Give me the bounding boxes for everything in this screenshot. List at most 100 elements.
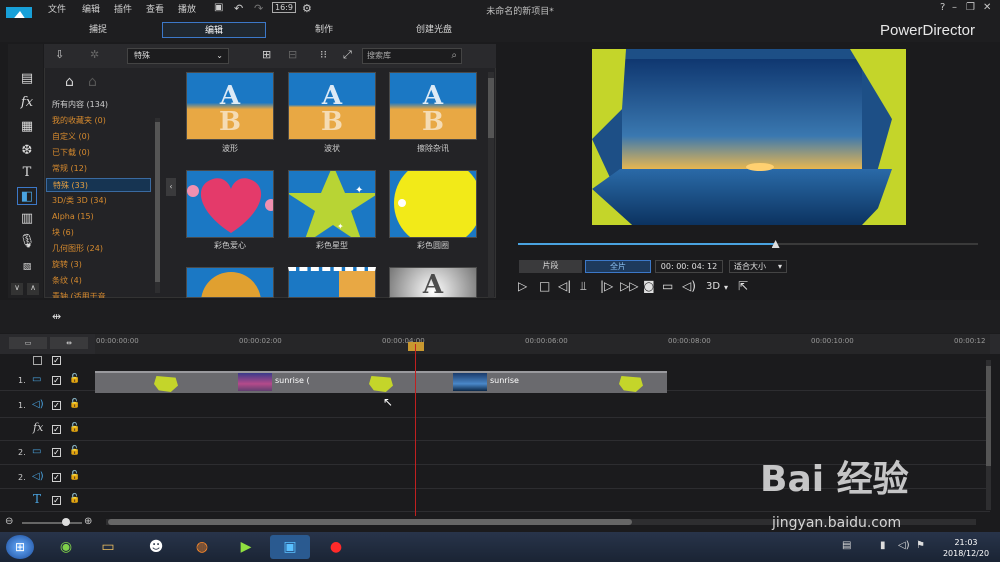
zoom-slider-handle[interactable] xyxy=(62,518,70,526)
track-enable-checkbox[interactable]: ✓ xyxy=(52,473,61,482)
tab-create-disc[interactable]: 创建光盘 xyxy=(396,22,472,38)
lock-icon[interactable]: 🔓 xyxy=(69,446,80,456)
lock-icon[interactable]: 🔓 xyxy=(69,399,80,409)
menu-plugins[interactable]: 插件 xyxy=(114,2,132,15)
help-button[interactable]: ? xyxy=(940,2,945,13)
transition-thumb-ripple[interactable]: AB xyxy=(288,72,376,140)
taskbar-powerdirector-icon[interactable]: ▣ xyxy=(270,535,310,559)
undo-icon[interactable]: ↶ xyxy=(234,2,243,15)
undock-preview-icon[interactable]: ⇱ xyxy=(738,279,748,293)
subtitle-icon[interactable]: ▭ xyxy=(662,279,673,293)
fx-room-icon[interactable]: fx xyxy=(17,94,37,112)
snapshot-icon[interactable]: ◙ xyxy=(643,279,655,293)
track-enable-checkbox[interactable]: ✓ xyxy=(52,376,61,385)
next-frame-icon[interactable]: |▷ xyxy=(600,279,613,293)
category-general[interactable]: 常规 (12) xyxy=(52,162,87,176)
transition-room-icon[interactable]: ◧ xyxy=(17,187,37,205)
transition-thumb[interactable]: A xyxy=(389,267,477,298)
playhead-marker[interactable] xyxy=(408,342,424,351)
category-scrollbar[interactable] xyxy=(155,118,160,293)
close-button[interactable]: ✕ xyxy=(983,2,991,13)
taskbar-firefox-icon[interactable]: ◍ xyxy=(182,535,222,559)
category-stripe[interactable]: 条纹 (4) xyxy=(52,274,82,288)
tag-add-icon[interactable]: ⌂ xyxy=(65,74,74,90)
taskbar-clock[interactable]: 21:03 2018/12/20 xyxy=(936,537,996,559)
import-media-icon[interactable]: ⇩ xyxy=(55,48,64,61)
tab-produce[interactable]: 制作 xyxy=(288,22,360,38)
title-room-icon[interactable]: T xyxy=(17,164,37,182)
volume-icon[interactable]: ◁) xyxy=(682,279,696,293)
expand-icon[interactable]: ⤢ xyxy=(343,48,352,62)
transition-thumb[interactable] xyxy=(288,267,376,298)
collapse-panel-icon[interactable]: ‹ xyxy=(166,178,176,196)
zoom-slider[interactable] xyxy=(22,522,82,524)
voice-over-icon[interactable]: 🎙 xyxy=(17,233,37,251)
particle-room-icon[interactable]: ❆ xyxy=(17,142,37,160)
restore-button[interactable]: ❐ xyxy=(966,2,975,13)
library-scrollbar[interactable] xyxy=(488,72,494,298)
aspect-ratio-icon[interactable]: 16:9 xyxy=(272,2,296,13)
fit-timeline-icon[interactable]: ⇹ xyxy=(52,310,61,323)
fast-forward-icon[interactable]: ▷▷ xyxy=(620,279,638,293)
lock-icon[interactable]: 🔓 xyxy=(69,423,80,433)
select-all-tracks-icon[interactable] xyxy=(33,356,42,365)
settings-gear-icon[interactable]: ⚙ xyxy=(302,2,312,15)
play-icon[interactable]: ▷ xyxy=(518,279,527,293)
transition-thumb[interactable] xyxy=(186,267,274,298)
pip-room-icon[interactable]: ▦ xyxy=(17,118,37,136)
chevron-up-icon[interactable]: ∧ xyxy=(27,283,39,295)
library-search-input[interactable]: 搜索库 ⌕ xyxy=(362,48,462,64)
remove-icon[interactable]: ⊟ xyxy=(288,48,297,61)
stop-icon[interactable]: □ xyxy=(539,279,550,293)
chapter-room-icon[interactable]: ▧ xyxy=(17,258,37,276)
category-rotate[interactable]: 旋转 (3) xyxy=(52,258,82,272)
category-special[interactable]: 特殊 (33) xyxy=(46,178,151,192)
chevron-down-icon[interactable]: ▾ xyxy=(724,283,728,292)
lock-icon[interactable]: 🔓 xyxy=(69,471,80,481)
playhead-line[interactable] xyxy=(415,344,416,516)
zoom-out-icon[interactable]: ⊖ xyxy=(5,516,13,527)
tray-volume-icon[interactable]: ◁) xyxy=(898,540,910,551)
transition-thumb-wave[interactable]: AB xyxy=(186,72,274,140)
transition-thumb-circle[interactable] xyxy=(389,170,477,238)
transition-thumb-star[interactable]: ✦ ✦ xyxy=(288,170,376,238)
timeline-vertical-scrollbar[interactable] xyxy=(986,360,991,510)
transition-thumb-heart[interactable] xyxy=(186,170,274,238)
media-room-icon[interactable]: ▤ xyxy=(17,70,37,88)
zoom-in-icon[interactable]: ⊕ xyxy=(84,516,92,527)
tab-edit[interactable]: 编辑 xyxy=(162,22,266,38)
category-all[interactable]: 所有内容 (134) xyxy=(52,98,108,112)
tab-capture[interactable]: 捕捉 xyxy=(62,22,134,38)
category-downloaded[interactable]: 已下载 (0) xyxy=(52,146,90,160)
category-alpha[interactable]: Alpha (15) xyxy=(52,210,94,224)
track-enable-checkbox[interactable]: ✓ xyxy=(52,496,61,505)
menu-file[interactable]: 文件 xyxy=(48,2,66,15)
save-icon[interactable]: ▣ xyxy=(214,2,223,13)
tray-keyboard-icon[interactable]: ▤ xyxy=(842,540,851,551)
grid-view-icon[interactable]: ⁝⁝ xyxy=(320,48,327,61)
category-block[interactable]: 块 (6) xyxy=(52,226,74,240)
tray-network-icon[interactable]: ▮ xyxy=(880,540,886,551)
taskbar-record-icon[interactable]: ● xyxy=(316,535,356,559)
start-button[interactable]: ⊞ xyxy=(6,535,34,559)
search-icon[interactable]: ⌕ xyxy=(451,49,457,63)
enable-all-checkbox[interactable]: ✓ xyxy=(52,356,61,365)
audio-mix-room-icon[interactable]: ▥ xyxy=(17,210,37,228)
minimize-button[interactable]: – xyxy=(952,2,957,13)
taskbar-app-icon[interactable]: ◉ xyxy=(46,535,86,559)
menu-play[interactable]: 播放 xyxy=(178,2,196,15)
category-3d[interactable]: 3D/类 3D (34) xyxy=(52,194,107,208)
track-enable-checkbox[interactable]: ✓ xyxy=(52,425,61,434)
category-favorites[interactable]: 我的收藏夹 (0) xyxy=(52,114,106,128)
movie-mode-button[interactable]: 全片 xyxy=(585,260,651,273)
clip-mode-button[interactable]: 片段 xyxy=(519,260,582,273)
plugin-icon[interactable]: ✲ xyxy=(90,48,99,61)
category-select[interactable]: 特殊 ⌄ xyxy=(127,48,229,64)
add-to-timeline-icon[interactable]: ⊞ xyxy=(262,48,271,61)
3d-mode-button[interactable]: 3D xyxy=(706,281,720,292)
timecode-display[interactable]: 00: 00: 04: 12 xyxy=(655,260,723,273)
category-custom[interactable]: 自定义 (0) xyxy=(52,130,90,144)
redo-icon[interactable]: ↷ xyxy=(254,2,263,15)
track-manager-button[interactable]: ▭ xyxy=(9,337,47,349)
transition-thumb-noise-wipe[interactable]: AB xyxy=(389,72,477,140)
